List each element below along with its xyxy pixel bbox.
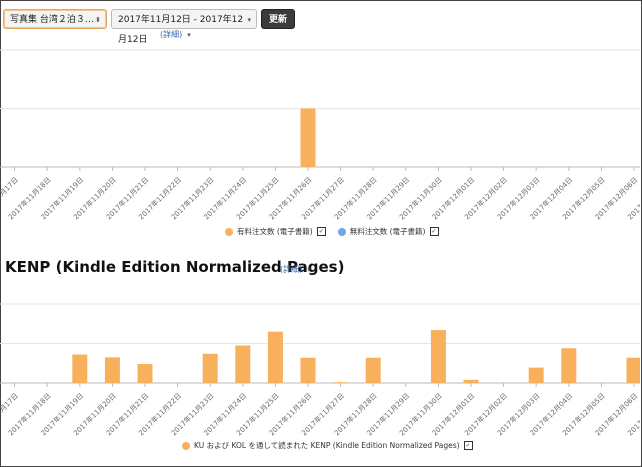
legend-paid-checkbox[interactable]: ✓ (316, 227, 326, 236)
bar (528, 367, 544, 383)
update-button[interactable]: 更新 (261, 9, 296, 29)
legend-kenp-dot (182, 441, 190, 450)
bar (463, 379, 479, 383)
chevron-down-icon: ▾ (247, 16, 251, 24)
bar (235, 345, 251, 383)
legend-free-checkbox[interactable]: ✓ (429, 227, 439, 236)
date-range-select[interactable]: 2017年11月12日 - 2017年12月12日 ▾ (111, 9, 257, 45)
kenp-chart: 2017年11月17日 2017年11月18日 2017年11月19日 2017年11… (0, 290, 642, 437)
chevron-down-icon[interactable]: ▾ (307, 266, 311, 274)
book-select-value: 写真集 台湾２泊３… (10, 15, 94, 25)
bar (626, 357, 642, 383)
orders-chart-svg: 2017年11月17日2017年11月18日2017年11月19日2017年11… (0, 49, 642, 221)
select-arrows-icon: ⬍ (95, 16, 101, 24)
bar (72, 354, 88, 383)
book-select[interactable]: 写真集 台湾２泊３… ⬍ (3, 9, 107, 29)
bar (300, 357, 316, 383)
legend-kenp[interactable]: KU および KOL を通して読まれた KENP (Kindle Edition… (182, 440, 473, 451)
legend-kenp-checkbox[interactable]: ✓ (463, 441, 473, 450)
legend-free-orders[interactable]: 無料注文数 (電子書籍) ✓ (337, 226, 439, 237)
orders-detail-link[interactable]: (詳細) ▾ (160, 29, 191, 40)
kenp-legend: KU および KOL を通して読まれた KENP (Kindle Edition… (182, 440, 485, 451)
legend-kenp-label: KU および KOL を通して読まれた KENP (Kindle Edition… (194, 441, 460, 450)
kenp-chart-svg: 2017年11月17日2017年11月18日2017年11月19日2017年11… (0, 303, 642, 437)
legend-paid-orders[interactable]: 有料注文数 (電子書籍) ✓ (225, 226, 326, 237)
bar (267, 331, 283, 383)
bar (430, 330, 446, 383)
kenp-detail-label: (詳細) (280, 265, 303, 274)
bar (202, 353, 218, 383)
orders-detail-label: (詳細) (160, 30, 183, 39)
kenp-detail-link[interactable]: (詳細) ▾ (280, 264, 311, 275)
bar (300, 108, 316, 167)
legend-paid-dot (225, 227, 233, 236)
bar (104, 357, 120, 383)
bar (137, 364, 153, 383)
toolbar: 写真集 台湾２泊３… ⬍ 2017年11月12日 - 2017年12月12日 ▾… (3, 9, 296, 45)
legend-free-label: 無料注文数 (電子書籍) (349, 227, 426, 236)
bar (365, 357, 381, 383)
orders-chart: 2017年11月17日 2017年11月18日 2017年11月19日 2017年11… (0, 42, 642, 222)
bar (561, 348, 577, 383)
orders-legend: 有料注文数 (電子書籍) ✓ 無料注文数 (電子書籍) ✓ (225, 226, 451, 237)
legend-free-dot (337, 227, 346, 236)
legend-paid-label: 有料注文数 (電子書籍) (237, 227, 313, 236)
chevron-down-icon[interactable]: ▾ (187, 31, 191, 39)
bar (333, 382, 349, 383)
